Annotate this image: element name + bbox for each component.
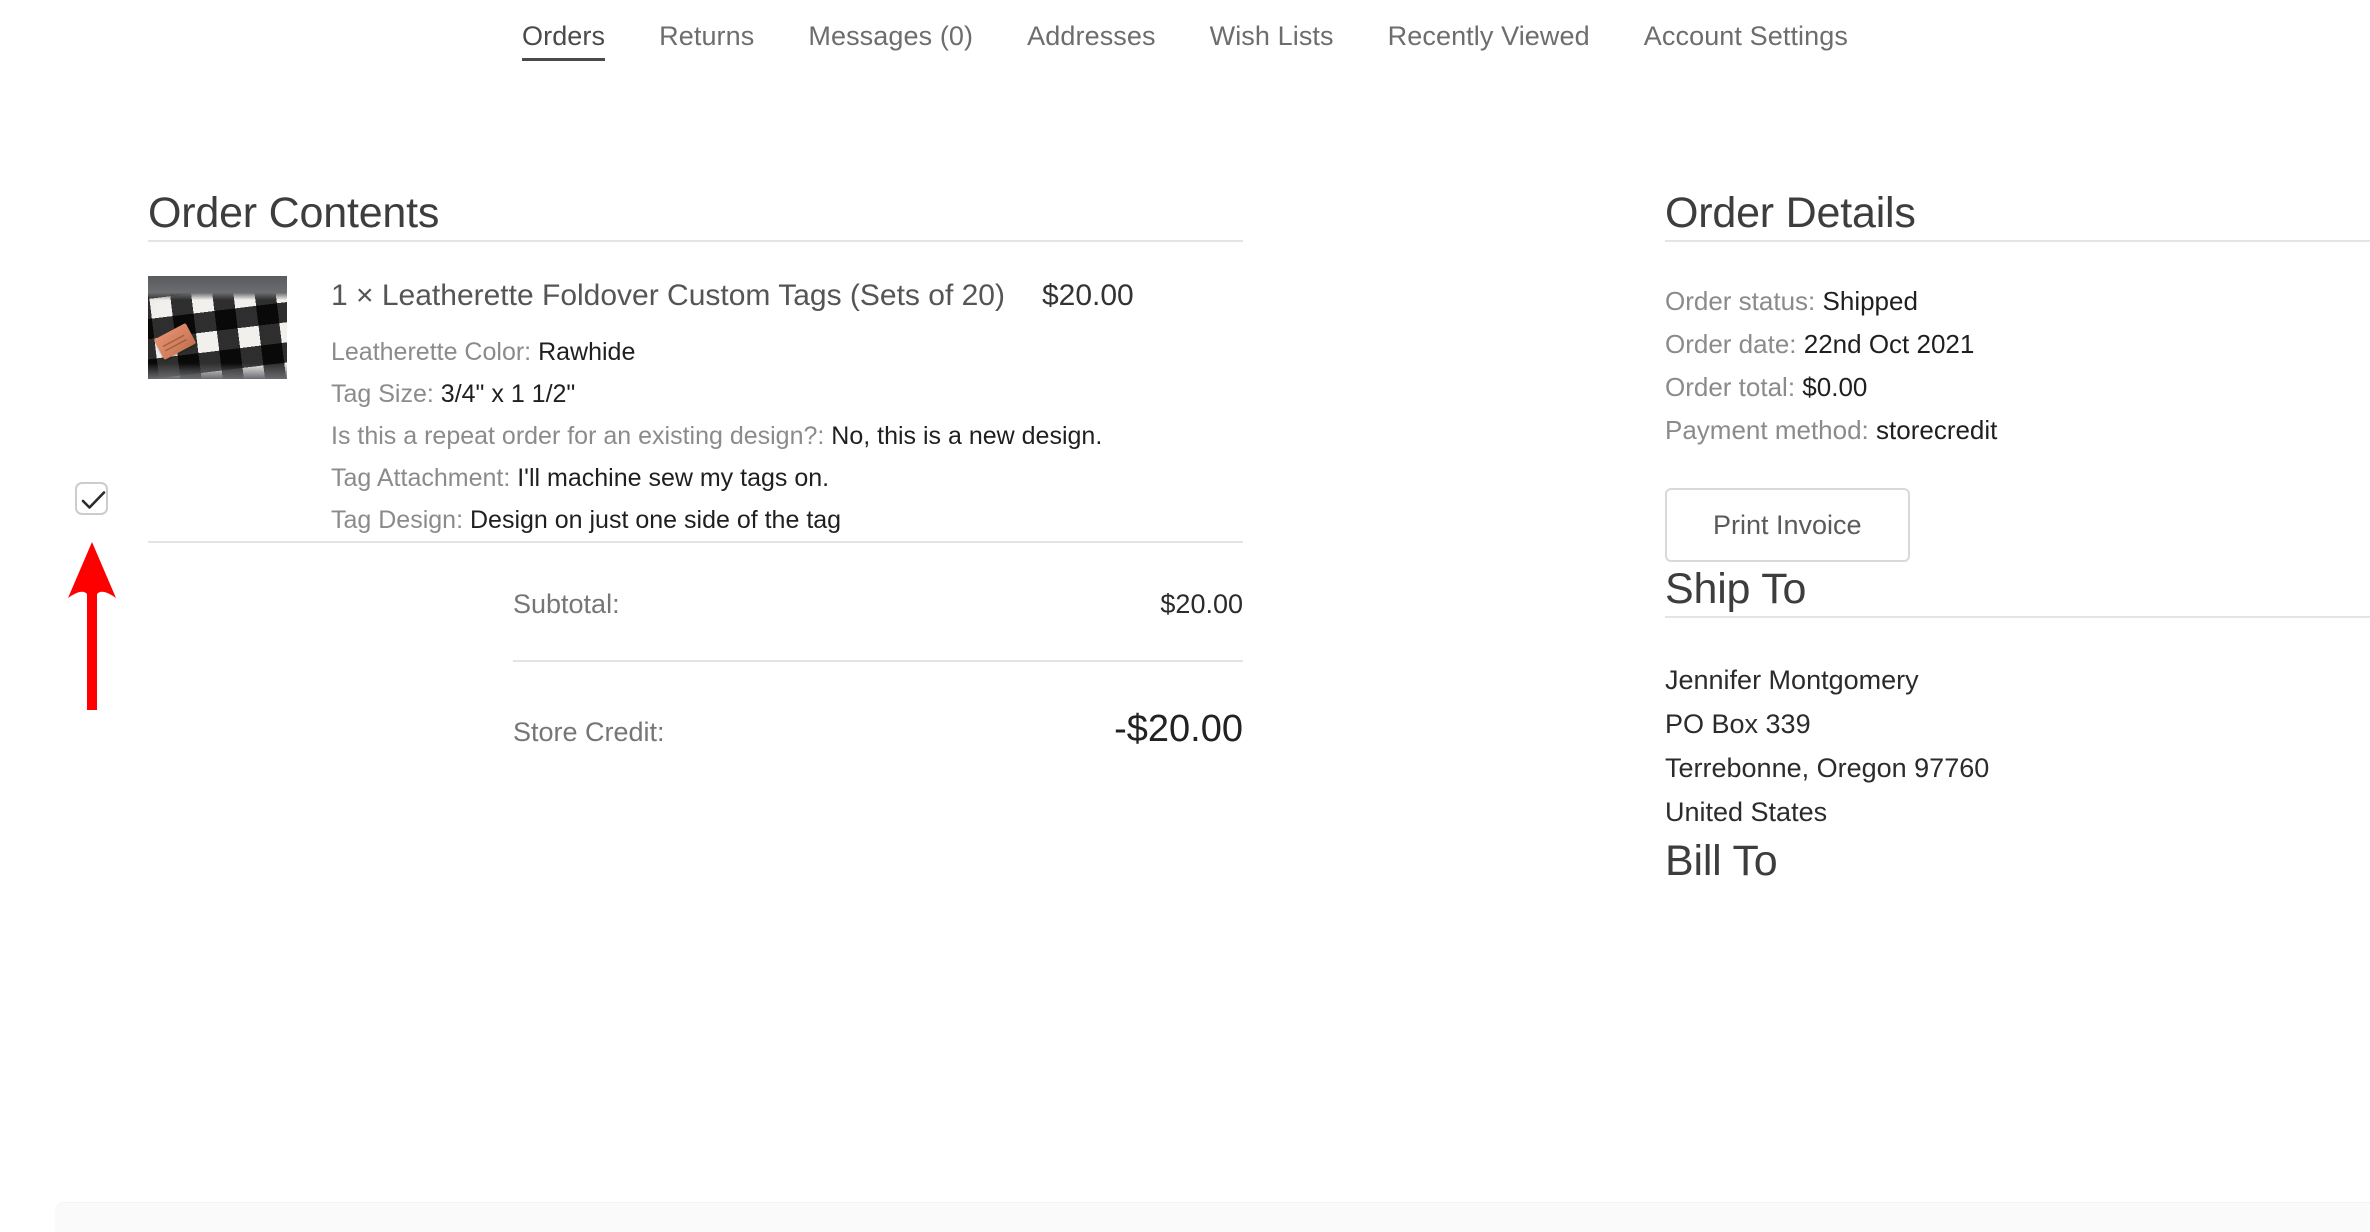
ship-to-address: Jennifer Montgomery PO Box 339 Terrebonn… [1665,658,2370,834]
nav-item-recently-viewed[interactable]: Recently Viewed [1361,16,1617,56]
attribute-value: Rawhide [538,338,636,366]
order-details-title: Order Details [1665,189,1916,237]
bill-to-title: Bill To [1665,837,1778,885]
subtotal-row: Subtotal: $20.00 [513,543,1243,660]
product-thumbnail-wrapper [148,273,287,541]
print-invoice-button[interactable]: Print Invoice [1665,488,1910,562]
attribute-label: Leatherette Color: [331,338,532,366]
order-item-attribute: Tag Attachment: I'll machine sew my tags… [331,457,1243,499]
order-details-divider [1665,240,2370,242]
page-bottom-edge [55,1202,2370,1232]
account-nav: Orders Returns Messages (0) Addresses Wi… [0,0,2370,72]
order-item-row: 1 × Leatherette Foldover Custom Tags (Se… [148,273,1243,541]
attribute-label: Is this a repeat order for an existing d… [331,422,825,450]
payment-method-value: storecredit [1876,415,1998,445]
order-item-checkbox[interactable] [75,482,108,515]
nav-item-account-settings[interactable]: Account Settings [1617,16,1875,56]
order-item-attribute: Tag Size: 3/4" x 1 1/2" [331,373,1243,415]
order-status-label: Order status: [1665,286,1816,316]
order-status-row: Order status: Shipped [1665,280,2370,323]
order-total-value: $0.00 [1802,372,1868,402]
attribute-value: 3/4" x 1 1/2" [440,380,576,408]
order-totals: Subtotal: $20.00 Store Credit: -$20.00 [148,543,1243,751]
fabric-bottom-shadow [148,363,287,379]
checkmark-icon [81,491,106,509]
nav-item-addresses[interactable]: Addresses [1000,16,1182,56]
attribute-value: Design on just one side of the tag [469,506,842,534]
order-item-info: 1 × Leatherette Foldover Custom Tags (Se… [287,273,1243,541]
payment-method-label: Payment method: [1665,415,1869,445]
order-total-label: Order total: [1665,372,1796,402]
fabric-top-shadow [148,276,287,300]
order-contents-title: Order Contents [148,189,440,237]
order-contents-divider [148,240,1243,242]
nav-item-returns[interactable]: Returns [632,16,781,56]
store-credit-row: Store Credit: -$20.00 [513,662,1243,751]
order-item-attributes: Leatherette Color: Rawhide Tag Size: 3/4… [331,331,1243,541]
order-date-row: Order date: 22nd Oct 2021 [1665,323,2370,366]
nav-item-orders[interactable]: Orders [495,16,632,61]
order-item-name[interactable]: 1 × Leatherette Foldover Custom Tags (Se… [331,277,1005,315]
ship-to-divider [1665,616,2370,618]
nav-item-wish-lists[interactable]: Wish Lists [1183,16,1361,56]
attribute-label: Tag Size: [331,380,434,408]
order-item-attribute: Tag Design: Design on just one side of t… [331,499,1243,541]
attribute-label: Tag Attachment: [331,464,511,492]
store-credit-label: Store Credit: [513,717,665,747]
payment-method-row: Payment method: storecredit [1665,409,2370,452]
order-total-row: Order total: $0.00 [1665,366,2370,409]
address-line-name: Jennifer Montgomery [1665,665,1919,695]
nav-item-messages[interactable]: Messages (0) [781,16,1000,56]
address-line-city-state-zip: Terrebonne, Oregon 97760 [1665,753,1990,783]
order-details-list: Order status: Shipped Order date: 22nd O… [1665,280,2370,452]
attribute-value: I'll machine sew my tags on. [517,464,830,492]
subtotal-value: $20.00 [1160,589,1243,619]
order-date-label: Order date: [1665,329,1797,359]
order-item-attribute: Is this a repeat order for an existing d… [331,415,1243,457]
attribute-value: No, this is a new design. [831,422,1103,450]
attribute-label: Tag Design: [331,506,464,534]
order-detail-page: Orders Returns Messages (0) Addresses Wi… [0,0,2370,1232]
order-status-value: Shipped [1822,286,1918,316]
ship-to-title: Ship To [1665,565,1807,613]
store-credit-value: -$20.00 [1114,708,1243,750]
annotation-arrow-icon [68,542,116,710]
order-item-price: $20.00 [1041,279,1134,312]
subtotal-label: Subtotal: [513,589,620,619]
order-item-title-line: 1 × Leatherette Foldover Custom Tags (Se… [331,277,1243,315]
order-contents-section: Order Contents 1 × Leatherette Foldover … [148,186,1243,751]
order-details-section: Order Details Order status: Shipped Orde… [1665,186,2370,888]
order-item-attribute: Leatherette Color: Rawhide [331,331,1243,373]
order-date-value: 22nd Oct 2021 [1803,329,1975,359]
address-line-country: United States [1665,797,1828,827]
product-thumbnail-image[interactable] [148,276,287,379]
address-line-street: PO Box 339 [1665,709,1811,739]
